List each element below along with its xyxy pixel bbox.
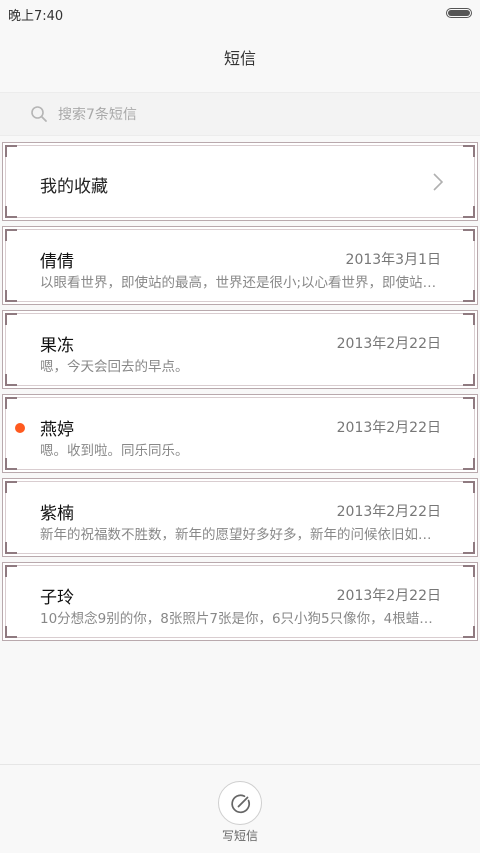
card-corner-ornament (463, 458, 475, 470)
message-date: 2013年3月1日 (345, 252, 441, 268)
conversation-item[interactable]: 倩倩 2013年3月1日以眼看世界，即使站的最高，世界还是很小;以心看世界，即使站… (2, 226, 478, 305)
card-corner-ornament (5, 290, 17, 302)
card-corner-ornament (463, 206, 475, 218)
compose-button[interactable] (218, 781, 262, 825)
compose-label: 写短信 (221, 829, 258, 843)
message-date: 2013年2月22日 (336, 588, 441, 604)
status-bar: 晚上7:40 (0, 0, 480, 28)
contact-name: 倩倩 (40, 252, 74, 272)
search-icon (31, 106, 47, 122)
battery-icon (446, 8, 472, 18)
card-corner-ornament (463, 565, 475, 577)
search-input[interactable] (58, 104, 438, 126)
conversation-item[interactable]: 子玲 2013年2月22日 10分想念9别的你，8张照片7张是你，6只小狗5只像你，… (2, 562, 478, 641)
bottom-bar: 写短信 (0, 764, 480, 853)
page-title: 短信 (223, 49, 256, 68)
favorites-item[interactable]: 我的收藏 (2, 142, 478, 221)
conversation-item[interactable]: 燕婷 2013年2月22日嗯。收到啦。同乐同乐。 (2, 394, 478, 473)
card-corner-ornament (463, 374, 475, 386)
battery-fill (448, 10, 470, 16)
card-corner-ornament (463, 626, 475, 638)
card-corner-ornament (5, 229, 17, 241)
unread-indicator (15, 423, 25, 433)
message-date: 2013年2月22日 (336, 336, 441, 352)
card-corner-ornament (5, 206, 17, 218)
card-corner-ornament (5, 626, 17, 638)
card-corner-ornament (5, 145, 17, 157)
message-date: 2013年2月22日 (336, 504, 441, 520)
search-bar[interactable] (0, 92, 480, 136)
card-corner-ornament (5, 458, 17, 470)
message-preview: 10分想念9别的你，8张照片7张是你，6只小狗5只像你，4根蜡烛3根为你。 (40, 611, 444, 627)
card-corner-ornament (463, 542, 475, 554)
contact-name: 果冻 (40, 336, 74, 356)
card-corner-ornament (463, 229, 475, 241)
message-preview: 新年的祝福数不胜数，新年的愿望好多好多，新年的问候依旧如故。 (40, 527, 444, 543)
favorites-label: 我的收藏 (40, 177, 108, 197)
card-corner-ornament (5, 481, 17, 493)
message-preview: 嗯。收到啦。同乐同乐。 (40, 443, 189, 459)
card-corner-ornament (463, 313, 475, 325)
conversation-item[interactable]: 果冻 2013年2月22日嗯，今天会回去的早点。 (2, 310, 478, 389)
conversation-item[interactable]: 紫楠 2013年2月22日新年的祝福数不胜数，新年的愿望好多好多，新年的问候依旧如… (2, 478, 478, 557)
message-preview: 嗯，今天会回去的早点。 (40, 359, 189, 375)
card-corner-ornament (463, 145, 475, 157)
chevron-right-icon (433, 173, 443, 191)
card-corner-ornament (5, 565, 17, 577)
card-corner-ornament (5, 397, 17, 409)
status-time: 晚上7:40 (8, 9, 64, 24)
contact-name: 燕婷 (40, 420, 74, 440)
contact-name: 子玲 (40, 588, 74, 608)
card-corner-ornament (5, 313, 17, 325)
compose-icon (231, 794, 250, 814)
message-date: 2013年2月22日 (336, 420, 441, 436)
card-corner-ornament (463, 481, 475, 493)
message-preview: 以眼看世界，即使站的最高，世界还是很小;以心看世界，即使站的最低，世界也很大。 (40, 275, 444, 291)
title-bar: 短信 (0, 28, 480, 84)
card-corner-ornament (463, 397, 475, 409)
conversation-list: 我的收藏 倩倩 2013年3月1日以眼看世界，即使站的最高，世界还是很小;以心看世… (0, 142, 480, 646)
card-corner-ornament (463, 290, 475, 302)
card-corner-ornament (5, 542, 17, 554)
contact-name: 紫楠 (40, 504, 74, 524)
card-corner-ornament (5, 374, 17, 386)
